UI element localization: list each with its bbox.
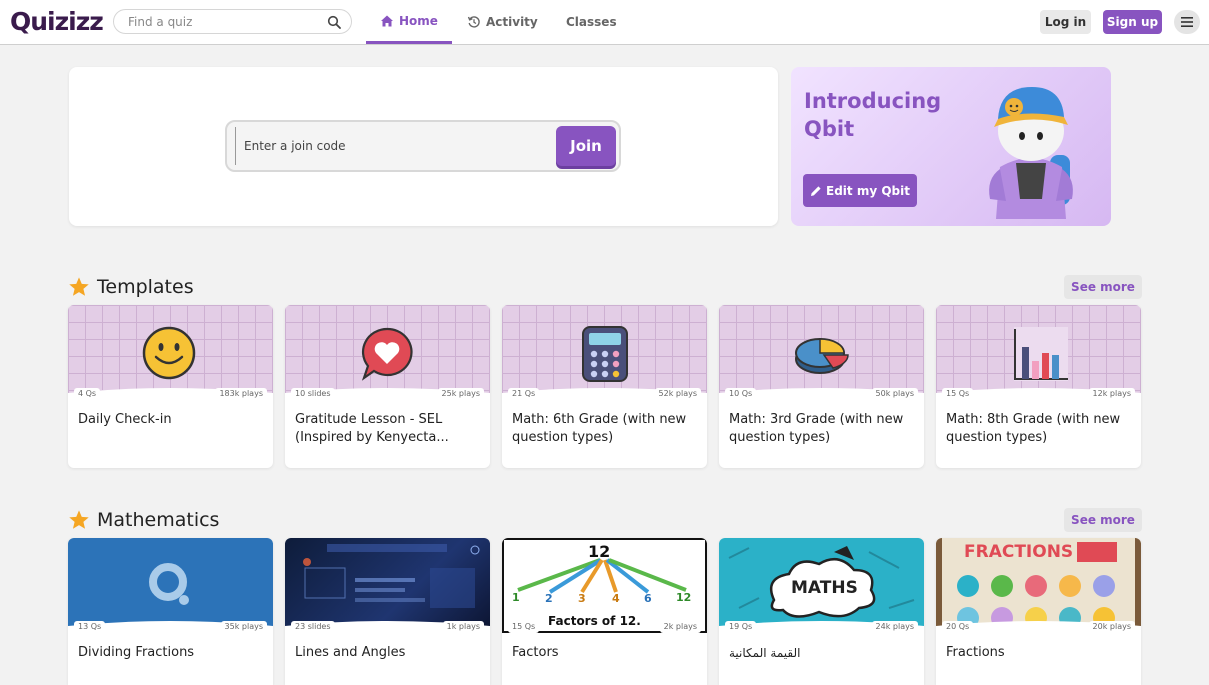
tab-activity[interactable]: Activity <box>467 0 538 44</box>
templates-title: Templates <box>97 276 194 298</box>
smiley-face-icon <box>142 326 196 380</box>
mathematics-section-header: Mathematics <box>68 507 219 533</box>
tab-home[interactable]: Home <box>366 0 452 44</box>
quiz-card-dividing-fractions[interactable]: 13 Qs 35k plays Dividing Fractions <box>68 538 273 685</box>
card-title: Gratitude Lesson - SEL (Inspired by Keny… <box>295 412 449 445</box>
qbit-avatar-illustration <box>989 87 1073 219</box>
join-game-card: Join <box>69 67 778 226</box>
pie-chart-icon <box>795 338 849 374</box>
plays-count-badge: 52k plays <box>654 388 701 400</box>
edit-qbit-label: Edit my Qbit <box>826 183 910 198</box>
card-title: Fractions <box>946 645 1005 660</box>
plays-count-badge: 1k plays <box>442 621 484 633</box>
quiz-card-factors[interactable]: 12 1 2 3 4 6 12 Factors of 12. 15 Qs 2k … <box>502 538 707 685</box>
search-icon[interactable] <box>327 15 341 29</box>
plays-count-badge: 20k plays <box>1088 621 1135 633</box>
bar-chart-icon <box>1014 327 1068 381</box>
quizizz-logo[interactable]: Quizizz <box>10 7 104 37</box>
templates-section-header: Templates <box>68 274 194 300</box>
calculator-icon <box>582 326 628 382</box>
tab-classes[interactable]: Classes <box>566 0 617 44</box>
template-card-math-3rd-grade[interactable]: 10 Qs 50k plays Math: 3rd Grade (with ne… <box>719 305 924 468</box>
mathematics-see-more-button[interactable]: See more <box>1064 508 1142 532</box>
top-navigation-bar: Quizizz Home Activity Classes Log in Sig… <box>0 0 1209 45</box>
star-icon <box>69 510 89 529</box>
question-count-badge: 15 Qs <box>942 388 974 400</box>
diagram-factor: 6 <box>644 592 652 605</box>
diagram-factor: 4 <box>612 592 620 605</box>
question-count-badge: 13 Qs <box>74 621 106 633</box>
card-title: Daily Check-in <box>78 412 172 427</box>
home-icon <box>381 15 393 26</box>
card-title: Math: 6th Grade (with new question types… <box>512 412 687 445</box>
history-icon <box>467 16 480 28</box>
question-count-badge: 15 Qs <box>508 621 540 633</box>
menu-button[interactable] <box>1174 10 1200 34</box>
question-count-badge: 10 Qs <box>725 388 757 400</box>
card-title: Factors <box>512 645 559 660</box>
tab-home-label: Home <box>399 13 438 28</box>
signup-button[interactable]: Sign up <box>1103 10 1162 34</box>
quiz-card-place-value[interactable]: MATHS 19 Qs 24k plays القيمة المكانية <box>719 538 924 685</box>
join-code-input[interactable] <box>235 127 547 165</box>
diagram-top-number: 12 <box>588 542 611 561</box>
fractions-board-word: FRACTIONS <box>964 542 1074 562</box>
plays-count-badge: 183k plays <box>215 388 267 400</box>
plays-count-badge: 2k plays <box>659 621 701 633</box>
question-count-badge: 10 slides <box>291 388 335 400</box>
plays-count-badge: 50k plays <box>871 388 918 400</box>
quizizz-q-logo <box>149 563 189 605</box>
card-title: Math: 3rd Grade (with new question types… <box>729 412 904 445</box>
star-icon <box>69 277 89 296</box>
heart-speech-bubble-icon <box>361 327 413 381</box>
maths-cloud-word: MATHS <box>791 578 858 598</box>
template-card-daily-check-in[interactable]: 4 Qs 183k plays Daily Check-in <box>68 305 273 468</box>
qbit-promo-card[interactable]: Introducing Qbit Edit my Qbit <box>791 67 1111 226</box>
login-button[interactable]: Log in <box>1040 10 1091 34</box>
plays-count-badge: 24k plays <box>871 621 918 633</box>
question-count-badge: 23 slides <box>291 621 335 633</box>
diagram-factor: 3 <box>578 592 586 605</box>
question-count-badge: 21 Qs <box>508 388 540 400</box>
templates-see-more-button[interactable]: See more <box>1064 275 1142 299</box>
question-count-badge: 20 Qs <box>942 621 974 633</box>
diagram-factor: 1 <box>512 591 520 604</box>
tab-activity-label: Activity <box>486 15 538 29</box>
search-input[interactable] <box>128 13 318 31</box>
join-button[interactable]: Join <box>556 126 616 166</box>
card-title: Math: 8th Grade (with new question types… <box>946 412 1121 445</box>
question-count-badge: 4 Qs <box>74 388 101 400</box>
card-title: القيمة المكانية <box>729 646 801 660</box>
mathematics-title: Mathematics <box>97 509 220 531</box>
plays-count-badge: 25k plays <box>437 388 484 400</box>
template-card-math-6th-grade[interactable]: 21 Qs 52k plays Math: 6th Grade (with ne… <box>502 305 707 468</box>
card-title: Lines and Angles <box>295 645 406 660</box>
quiz-card-fractions[interactable]: FRACTIONS 20 Qs 20k plays Fractions <box>936 538 1141 685</box>
diagram-factor: 2 <box>545 592 553 605</box>
template-card-gratitude-lesson[interactable]: 10 slides 25k plays Gratitude Lesson - S… <box>285 305 490 468</box>
diagram-factor: 12 <box>676 591 692 604</box>
join-code-box: Join <box>225 120 621 172</box>
quiz-card-lines-and-angles[interactable]: 23 slides 1k plays Lines and Angles <box>285 538 490 685</box>
template-card-math-8th-grade[interactable]: 15 Qs 12k plays Math: 8th Grade (with ne… <box>936 305 1141 468</box>
plays-count-badge: 35k plays <box>220 621 267 633</box>
qbit-title: Introducing Qbit <box>804 89 942 141</box>
question-count-badge: 19 Qs <box>725 621 757 633</box>
card-title: Dividing Fractions <box>78 645 195 660</box>
plays-count-badge: 12k plays <box>1088 388 1135 400</box>
edit-qbit-button[interactable]: Edit my Qbit <box>803 174 917 207</box>
hamburger-icon <box>1181 17 1193 27</box>
search-box[interactable] <box>113 9 352 34</box>
pencil-icon <box>811 185 821 196</box>
tab-classes-label: Classes <box>566 15 617 29</box>
